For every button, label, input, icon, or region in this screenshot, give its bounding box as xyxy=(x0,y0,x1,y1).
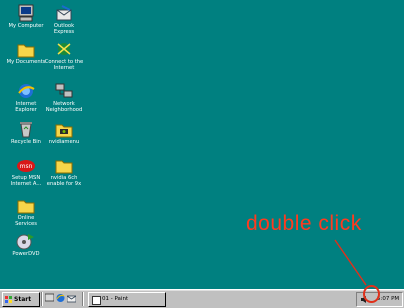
computer-icon xyxy=(16,4,36,22)
taskbar-separator xyxy=(82,292,84,306)
clock[interactable]: 5:07 PM xyxy=(377,293,399,306)
show-desktop-icon[interactable] xyxy=(45,293,54,303)
connect-internet-icon xyxy=(54,40,74,58)
taskbar-separator xyxy=(41,292,43,306)
paint-icon xyxy=(92,296,101,305)
outlook-express-quicklaunch-icon[interactable] xyxy=(67,293,76,303)
desktop-icon-nvidiamenu[interactable]: nvidiamenu xyxy=(42,120,86,145)
msn-icon: msn xyxy=(16,156,36,174)
double-click-annotation: double click xyxy=(246,212,362,235)
icon-label: Outlook Express xyxy=(53,23,75,35)
desktop-icon-online-services[interactable]: Online Services xyxy=(4,196,48,227)
desktop-icon-outlook-express[interactable]: Outlook Express xyxy=(42,4,86,35)
nvidia-folder-icon xyxy=(54,120,74,138)
icon-label: PowerDVD xyxy=(12,251,40,257)
svg-text:msn: msn xyxy=(20,163,33,170)
icon-label: Online Services xyxy=(15,215,37,227)
icon-label: Connect to the Internet xyxy=(44,59,84,71)
desktop-icon-powerdvd[interactable]: PowerDVD xyxy=(4,232,48,257)
outlook-express-icon xyxy=(54,4,74,22)
folder-icon xyxy=(54,156,74,174)
start-button[interactable]: Start xyxy=(2,292,40,307)
desktop-icon-network-neighborhood[interactable]: Network Neighborhood xyxy=(42,82,86,113)
annotation-arrow xyxy=(334,239,367,286)
annotation-circle xyxy=(363,285,380,303)
internet-explorer-icon xyxy=(16,82,36,100)
folder-icon xyxy=(16,40,36,58)
icon-label: Network Neighborhood xyxy=(45,101,83,113)
icon-label: nvidia 6ch enable for 9x xyxy=(46,175,82,187)
windows-flag-icon xyxy=(5,296,12,303)
desktop-icon-nvidia-6ch[interactable]: nvidia 6ch enable for 9x xyxy=(42,156,86,187)
desktop: My Computer My Documents Internet Explor… xyxy=(0,0,404,289)
start-label: Start xyxy=(14,296,32,303)
recycle-bin-icon xyxy=(16,120,36,138)
task-button-label: 01 - Paint xyxy=(102,296,129,302)
desktop-icon-connect-internet[interactable]: Connect to the Internet xyxy=(42,40,86,71)
internet-explorer-quicklaunch-icon[interactable] xyxy=(56,293,65,303)
powerdvd-icon xyxy=(16,232,36,250)
network-icon xyxy=(54,82,74,100)
taskbar: Start 01 - Paint 5:07 PM xyxy=(0,289,404,308)
icon-label: nvidiamenu xyxy=(48,139,80,145)
folder-icon xyxy=(16,196,36,214)
task-button-paint[interactable]: 01 - Paint xyxy=(88,292,166,307)
